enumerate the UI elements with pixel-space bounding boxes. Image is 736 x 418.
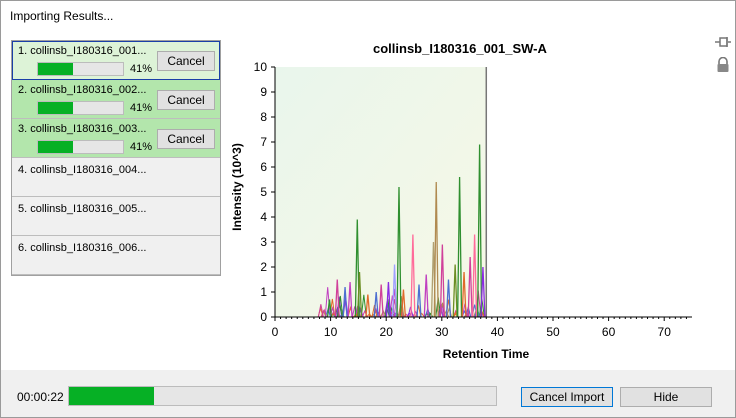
y-tick-label: 9 — [260, 85, 267, 99]
y-tick-label: 5 — [260, 185, 267, 199]
file-progress-fill — [38, 63, 73, 75]
elapsed-time: 00:00:22 — [17, 390, 64, 404]
import-results-window: Importing Results... 1. collinsb_I180316… — [0, 0, 736, 418]
list-item[interactable]: 5. collinsb_I180316_005... — [12, 197, 220, 236]
y-axis-label: Intensity (10^3) — [230, 143, 244, 231]
window-title: Importing Results... — [10, 9, 114, 23]
list-item[interactable]: 6. collinsb_I180316_006... — [12, 236, 220, 275]
list-item[interactable]: 4. collinsb_I180316_004... — [12, 158, 220, 197]
y-tick-label: 10 — [254, 60, 268, 74]
x-tick-label: 70 — [658, 325, 672, 339]
y-tick-label: 1 — [260, 285, 267, 299]
pin-icon[interactable] — [714, 35, 732, 52]
x-tick-label: 60 — [602, 325, 616, 339]
list-item[interactable]: 2. collinsb_I180316_002... 41% Cancel — [12, 80, 220, 119]
x-axis-label: Retention Time — [443, 347, 530, 361]
x-tick-label: 50 — [546, 325, 560, 339]
y-tick-label: 8 — [260, 110, 267, 124]
list-item[interactable]: 1. collinsb_I180316_001... 41% Cancel — [12, 41, 220, 80]
y-tick-label: 4 — [260, 210, 267, 224]
file-percent: 41% — [130, 141, 153, 153]
file-progress-fill — [38, 102, 73, 114]
file-label: 5. collinsb_I180316_005... — [18, 203, 147, 215]
file-label: 1. collinsb_I180316_001... — [18, 45, 147, 57]
file-label: 6. collinsb_I180316_006... — [18, 242, 147, 254]
x-tick-label: 40 — [491, 325, 505, 339]
cancel-import-button[interactable]: Cancel Import — [521, 387, 613, 407]
x-tick-label: 30 — [435, 325, 449, 339]
overall-progress-bar — [68, 386, 497, 406]
file-progress-bar — [37, 62, 124, 76]
overall-progress-fill — [69, 387, 155, 405]
cancel-file-button[interactable]: Cancel — [157, 129, 215, 149]
list-item[interactable]: 3. collinsb_I180316_003... 41% Cancel — [12, 119, 220, 158]
file-progress-fill — [38, 141, 73, 153]
status-footer: 00:00:22 Cancel Import Hide — [1, 370, 735, 417]
file-percent: 41% — [130, 63, 153, 75]
x-tick-label: 10 — [324, 325, 338, 339]
y-tick-label: 7 — [260, 135, 267, 149]
y-tick-label: 2 — [260, 260, 267, 274]
y-tick-label: 3 — [260, 235, 267, 249]
y-tick-label: 6 — [260, 160, 267, 174]
file-list: 1. collinsb_I180316_001... 41% Cancel 2.… — [11, 40, 221, 276]
file-label: 4. collinsb_I180316_004... — [18, 164, 147, 176]
file-percent: 41% — [130, 102, 153, 114]
file-progress-bar — [37, 101, 124, 115]
hide-button[interactable]: Hide — [620, 387, 712, 407]
x-tick-label: 0 — [272, 325, 279, 339]
y-tick-label: 0 — [260, 310, 267, 324]
cancel-file-button[interactable]: Cancel — [157, 51, 215, 71]
chromatogram-plot: 0 1 2 3 4 5 6 7 8 9 10 0 10 20 30 40 50 60 70 Intensity (1… — [230, 60, 692, 361]
x-tick-label: 20 — [380, 325, 394, 339]
file-progress-bar — [37, 140, 124, 154]
file-label: 3. collinsb_I180316_003... — [18, 123, 147, 135]
cancel-file-button[interactable]: Cancel — [157, 90, 215, 110]
chart-title: collinsb_I180316_001_SW-A — [373, 41, 547, 56]
file-label: 2. collinsb_I180316_002... — [18, 84, 147, 96]
lock-icon[interactable] — [716, 56, 730, 76]
